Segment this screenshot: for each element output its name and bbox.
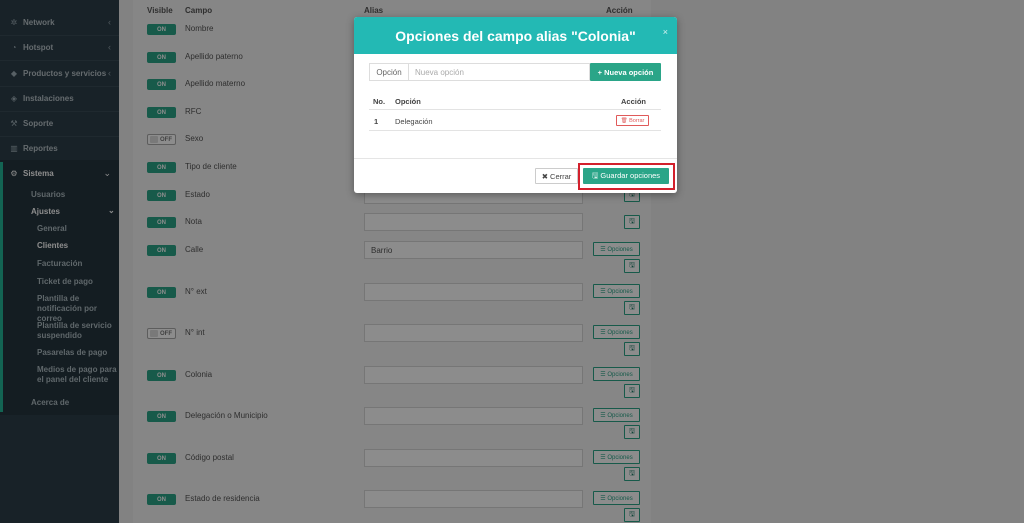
- modal-row-no: 1: [374, 117, 379, 126]
- modal-row-opcion: Delegación: [395, 117, 433, 126]
- close-button[interactable]: ✖ Cerrar: [535, 168, 578, 184]
- modal-header: Opciones del campo alias "Colonia" ×: [354, 17, 677, 54]
- delete-option-button[interactable]: 🗑 Borrar: [616, 115, 649, 126]
- new-option-button[interactable]: + Nueva opción: [590, 63, 661, 81]
- new-option-input[interactable]: Nueva opción: [408, 63, 590, 81]
- divider: [369, 109, 661, 110]
- option-label: Opción: [369, 63, 409, 81]
- modal-col-accion: Acción: [621, 97, 647, 106]
- modal-title: Opciones del campo alias "Colonia": [395, 27, 636, 44]
- close-icon[interactable]: ×: [663, 27, 668, 37]
- modal-col-no: No.: [373, 97, 386, 106]
- modal-col-opcion: Opción: [395, 97, 421, 106]
- divider: [369, 130, 661, 131]
- modal-footer-divider: [354, 158, 677, 159]
- highlight-box: [578, 163, 675, 190]
